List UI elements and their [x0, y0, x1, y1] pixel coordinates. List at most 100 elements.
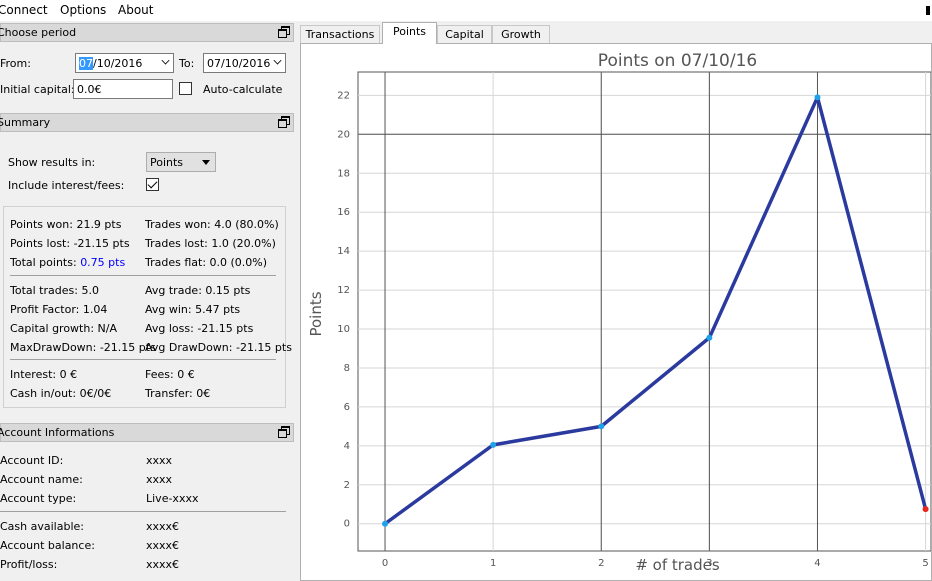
to-date-value: 07/10/2016: [207, 57, 271, 70]
avg-trade: Avg trade: 0.15 pts: [145, 284, 251, 297]
chevron-down-icon[interactable]: [161, 56, 170, 65]
data-point: [706, 334, 713, 341]
tab-transactions[interactable]: Transactions: [300, 25, 380, 43]
data-point: [382, 520, 389, 527]
tab-capital[interactable]: Capital: [437, 25, 492, 43]
chart-title: Points on 07/10/16: [598, 51, 757, 71]
y-tick-label: 20: [337, 129, 350, 140]
y-tick-label: 12: [337, 285, 350, 296]
avg-loss: Avg loss: -21.15 pts: [145, 322, 254, 335]
x-axis-label: # of trades: [635, 556, 720, 574]
total-points-label: Total points:: [10, 256, 77, 269]
fees: Fees: 0 €: [145, 368, 195, 381]
divider: [10, 359, 276, 360]
account-id-label: Account ID:: [0, 454, 64, 467]
x-tick-label: 5: [922, 558, 928, 569]
profit-loss-value: xxxx€: [146, 558, 180, 571]
data-point: [598, 423, 605, 430]
account-name-label: Account name:: [0, 473, 83, 486]
from-label: From:: [0, 57, 31, 70]
trades-won: Trades won: 4.0 (80.0%): [145, 218, 279, 231]
float-icon[interactable]: [278, 116, 290, 128]
y-tick-label: 22: [337, 90, 350, 101]
initial-capital-label: Initial capital:: [0, 83, 75, 96]
avg-drawdown: Avg DrawDown: -21.15 pts: [145, 341, 292, 354]
float-icon[interactable]: [278, 26, 290, 38]
points-lost: Points lost: -21.15 pts: [10, 237, 130, 250]
profit-factor: Profit Factor: 1.04: [10, 303, 108, 316]
total-points: Total points: 0.75 pts: [10, 256, 125, 269]
show-results-select[interactable]: Points: [146, 152, 216, 172]
account-name-value: xxxx: [146, 473, 173, 486]
y-axis-label: Points: [307, 291, 325, 336]
y-tick-label: 10: [337, 324, 350, 335]
y-tick-label: 8: [344, 363, 350, 374]
cash-available-label: Cash available:: [0, 520, 84, 533]
show-results-label: Show results in:: [8, 156, 96, 169]
x-tick-label: 4: [814, 558, 820, 569]
from-date-selected-part: 07: [79, 57, 93, 70]
cash-available-value: xxxx€: [146, 520, 180, 533]
to-label: To:: [179, 57, 195, 70]
y-tick-label: 14: [337, 246, 350, 257]
transfer: Transfer: 0€: [145, 387, 211, 400]
period-dock-title: Choose period: [0, 26, 77, 39]
trades-lost: Trades lost: 1.0 (20.0%): [145, 237, 276, 250]
data-point: [490, 441, 497, 448]
avg-win: Avg win: 5.47 pts: [145, 303, 241, 316]
data-point-last: [922, 506, 929, 513]
x-tick-label: 1: [490, 558, 496, 569]
include-interest-checkbox[interactable]: [146, 178, 159, 191]
dropdown-arrow-icon: [202, 160, 210, 165]
summary-dock-header: Summary: [0, 113, 294, 132]
y-tick-label: 16: [337, 207, 350, 218]
initial-capital-input[interactable]: 0.0€: [73, 79, 173, 99]
points-won: Points won: 21.9 pts: [10, 218, 122, 231]
chevron-down-icon[interactable]: [273, 56, 282, 65]
from-date-rest: /10/2016: [93, 57, 143, 70]
right-panel: Transactions Points Capital Growth 0 2 4 6 8…: [298, 21, 932, 581]
summary-stats-box: Points won: 21.9 pts Trades won: 4.0 (80…: [3, 206, 292, 408]
window-edge-icon: [926, 6, 930, 15]
account-dock-header: Account Informations: [0, 423, 294, 442]
include-interest-label: Include interest/fees:: [8, 179, 125, 192]
divider: [0, 511, 286, 512]
interest: Interest: 0 €: [10, 368, 78, 381]
y-tick-label: 4: [344, 441, 350, 452]
x-tick-label: 2: [598, 558, 604, 569]
menu-about[interactable]: About: [118, 3, 153, 17]
max-drawdown: MaxDrawDown: -21.15 pts: [10, 341, 156, 354]
menu-connect[interactable]: Connect: [0, 3, 48, 17]
account-dock-title: Account Informations: [0, 426, 115, 439]
account-type-value: Live-xxxx: [146, 492, 199, 505]
summary-dock-title: Summary: [0, 116, 51, 129]
x-tick-label: 0: [382, 558, 388, 569]
total-trades: Total trades: 5.0: [10, 284, 99, 297]
to-date-picker[interactable]: 07/10/2016: [203, 53, 286, 73]
auto-calculate-checkbox[interactable]: [179, 82, 192, 95]
tab-growth[interactable]: Growth: [492, 25, 550, 43]
account-balance-value: xxxx€: [146, 539, 180, 552]
menu-bar: Connect Options About: [0, 0, 932, 21]
data-point: [814, 94, 821, 101]
show-results-value: Points: [150, 156, 184, 169]
tab-points[interactable]: Points: [382, 22, 437, 44]
y-tick-label: 18: [337, 168, 350, 179]
points-chart: 02468101214161820220 1 2 3 4 5Points on 07/10…: [307, 51, 931, 574]
points-tab-pane: 0 2 4 6 8 10 12 14 16 18 20 22 0 1 2 3 4 5 Points on 07/10…: [300, 43, 932, 581]
menu-options[interactable]: Options: [60, 3, 106, 17]
period-dock-header: Choose period: [0, 23, 294, 42]
from-date-picker[interactable]: 07/10/2016: [75, 53, 174, 73]
trades-flat: Trades flat: 0.0 (0.0%): [145, 256, 268, 269]
divider: [10, 275, 276, 276]
float-icon[interactable]: [278, 426, 290, 438]
left-panel: Choose period From: 07/10/2016 To: 07/10…: [0, 21, 296, 581]
y-tick-label: 0: [344, 519, 350, 530]
y-tick-label: 6: [344, 402, 350, 413]
account-balance-label: Account balance:: [0, 539, 95, 552]
account-type-label: Account type:: [0, 492, 77, 505]
capital-growth: Capital growth: N/A: [10, 322, 118, 335]
cash-in-out: Cash in/out: 0€/0€: [10, 387, 112, 400]
total-points-value: 0.75 pts: [80, 256, 126, 269]
auto-calculate-label: Auto-calculate: [203, 83, 283, 96]
